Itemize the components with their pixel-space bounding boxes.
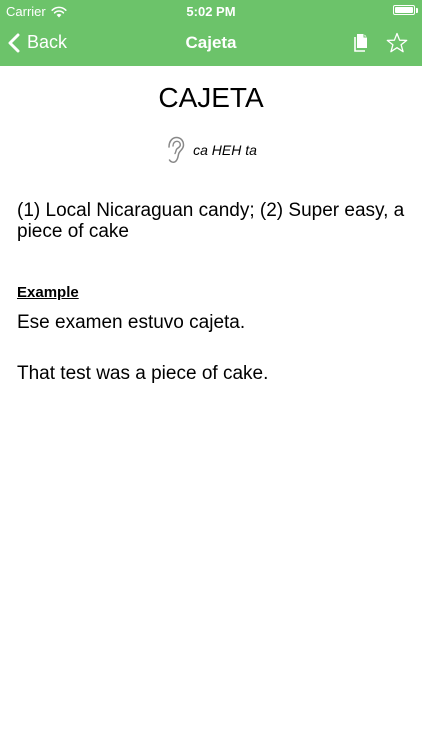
word-title: CAJETA (158, 82, 264, 113)
document-icon[interactable] (352, 33, 370, 53)
example-english: That test was a piece of cake. (17, 363, 269, 384)
status-bar: Carrier 5:02 PM (0, 0, 422, 22)
pronunciation-text: ca HEH ta (193, 142, 257, 158)
star-icon[interactable] (385, 31, 409, 55)
definition-text: (1) Local Nicaraguan candy; (2) Super ea… (17, 200, 405, 242)
header: Carrier 5:02 PM Back Cajeta (0, 0, 422, 66)
ear-icon[interactable] (165, 136, 185, 164)
status-time: 5:02 PM (186, 4, 236, 19)
nav-bar: Back Cajeta (0, 22, 422, 66)
pronunciation[interactable]: ca HEH ta (0, 136, 422, 164)
battery-icon (393, 5, 415, 15)
battery-tip (416, 8, 418, 13)
example-heading: Example (17, 284, 79, 301)
example-spanish: Ese examen estuvo cajeta. (17, 312, 246, 333)
battery-fill (395, 7, 413, 13)
